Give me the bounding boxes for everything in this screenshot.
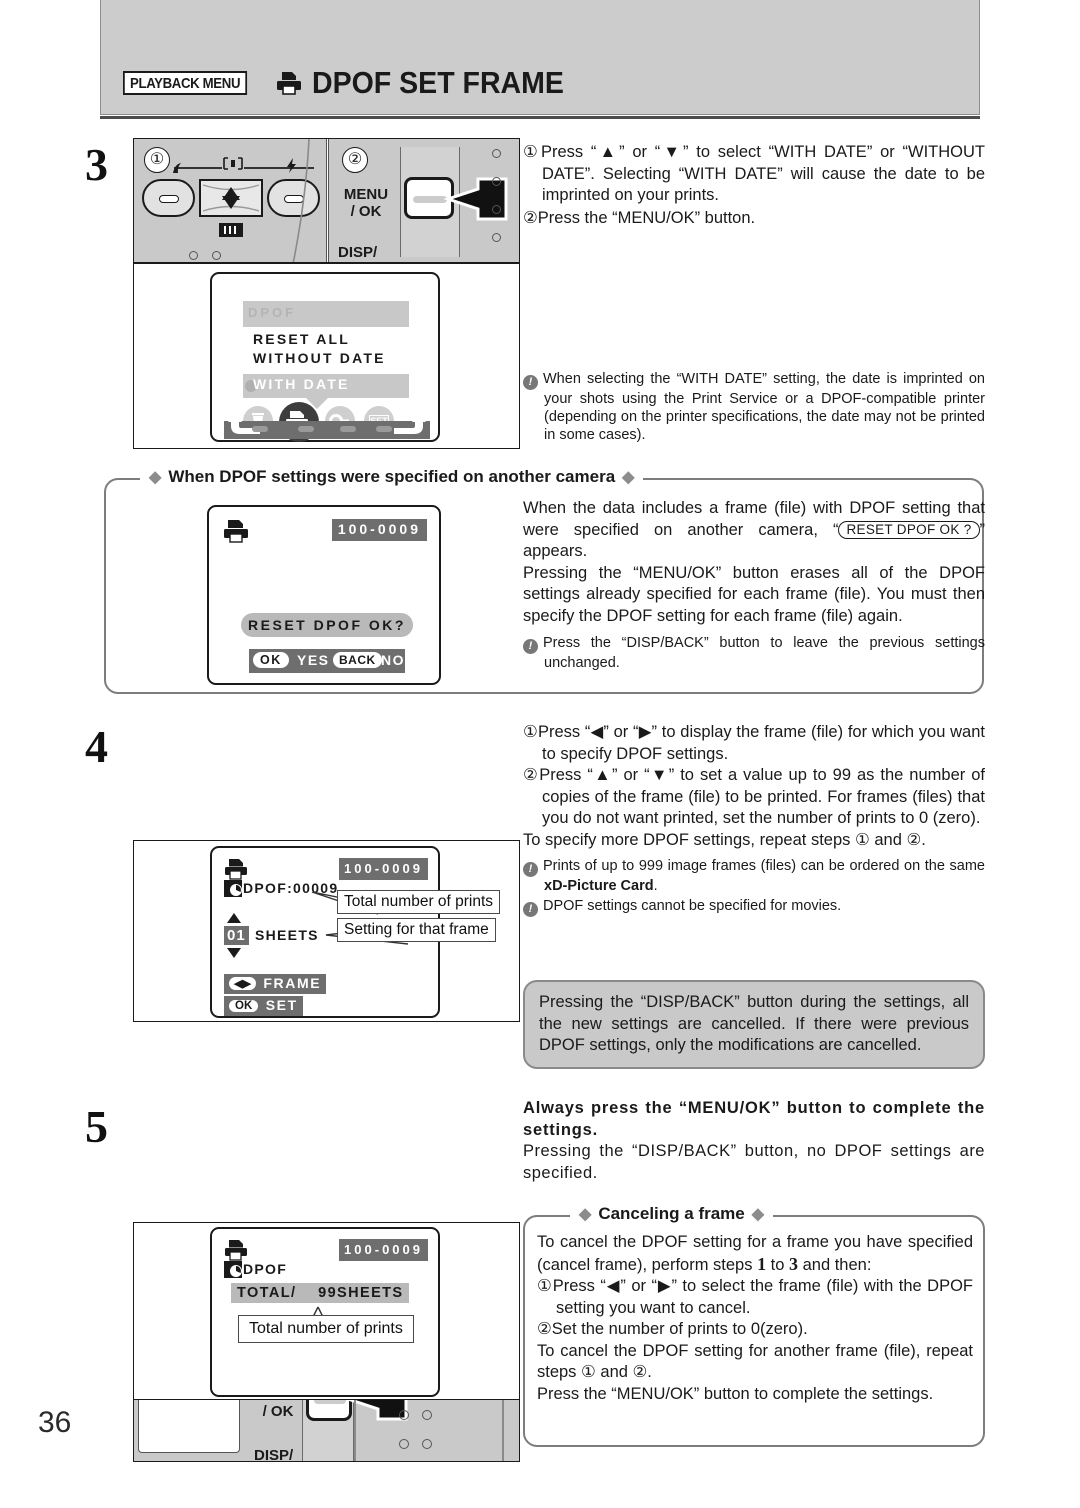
canceling-item-1: ①Press “◀” or “▶” to select the frame (f… xyxy=(537,1277,973,1317)
lcd-frame-number-4: 100-0009 xyxy=(344,1242,423,1257)
canceling-line-3: Press the “MENU/OK” button to complete t… xyxy=(537,1384,934,1403)
another-camera-lcd-screen: 100-0009 RESET DPOF OK? OK YES BACK NO xyxy=(207,505,441,685)
canceling-frame-title: ◆ Canceling a frame ◆ xyxy=(570,1204,774,1224)
another-camera-para-2: Pressing the “MENU/OK” button erases all… xyxy=(523,563,985,625)
step-3-number: 3 xyxy=(85,139,108,190)
disp-back-label-step5: DISP/ xyxy=(254,1447,294,1462)
canceling-line-1: To cancel the DPOF setting for a frame y… xyxy=(537,1233,973,1274)
diamond-icon-right-2: ◆ xyxy=(751,1206,765,1223)
lcd-printer-icon-4 xyxy=(225,1240,247,1261)
lcd-reset-message: RESET DPOF OK? xyxy=(248,617,406,633)
page-title: DPOF SET FRAME xyxy=(312,65,565,100)
step-3-note: ! When selecting the “WITH DATE” setting,… xyxy=(523,370,985,444)
callout-frame-setting-step4: Setting for that frame xyxy=(337,918,496,942)
lcd-frame-btn-label: FRAME xyxy=(263,975,322,991)
lcd-sheets-label: SHEETS xyxy=(255,927,319,943)
lcd-dpof-title: DPOF xyxy=(248,305,297,320)
step-5-number: 5 xyxy=(85,1101,108,1152)
lcd-dpof-label-5: DPOF xyxy=(243,1261,288,1277)
exclaim-icon: ! xyxy=(523,375,538,390)
another-camera-para-1: When the data includes a frame (file) wi… xyxy=(523,499,985,560)
printer-icon xyxy=(276,71,302,95)
menu-ok-label-step3: MENU / OK xyxy=(343,186,389,220)
reset-dpof-pill: RESET DPOF OK ? xyxy=(838,520,980,539)
another-camera-title: ◆ When DPOF settings were specified on a… xyxy=(140,467,644,487)
lcd-sheets-value[interactable]: 01 xyxy=(224,926,249,945)
callout-total-prints-step5: Total number of prints xyxy=(238,1315,414,1343)
step-5-lcd-screen: 100-0009 DPOF TOTAL/ 99SHEETS xyxy=(210,1227,440,1397)
step-5-bold-heading: Always press the “MENU/OK” button to com… xyxy=(523,1099,985,1139)
lcd-frame-number-2: 100-0009 xyxy=(337,521,421,537)
lcd-option-without-date[interactable]: WITHOUT DATE xyxy=(253,350,386,366)
exclaim-icon: ! xyxy=(523,639,538,654)
lcd-ok-btn-2[interactable]: OK xyxy=(253,652,289,668)
lcd-ok-btn-3[interactable]: OK xyxy=(229,1000,259,1012)
exclaim-icon: ! xyxy=(523,902,538,917)
lcd-printer-icon-2 xyxy=(224,520,248,543)
step-4-note-2: ! DPOF settings cannot be specified for m… xyxy=(523,897,985,917)
lcd-dpof-badge-icon-2 xyxy=(224,1261,242,1278)
step-4-instruction-2: ②Press “▲” or “▼” to set a value up to 9… xyxy=(523,766,985,827)
step-3-instruction-1: ①Press “▲” or “▼” to select “WITH DATE” … xyxy=(523,143,985,204)
page-header-band: PLAYBACK MENU DPOF SET FRAME xyxy=(100,0,980,115)
step-3-instruction-2: ②Press the “MENU/OK” button. xyxy=(523,208,756,227)
lcd-leftright-icon: ◀▶ xyxy=(229,977,256,990)
step-4-instruction-1: ①Press “◀” or “▶” to display the frame (… xyxy=(523,723,985,763)
playback-menu-badge: PLAYBACK MENU xyxy=(123,71,248,95)
exclaim-icon: ! xyxy=(523,862,538,877)
diamond-icon-left-2: ◆ xyxy=(579,1206,592,1223)
step-5-lcd-frame: 100-0009 DPOF TOTAL/ 99SHEETS xyxy=(133,1222,520,1400)
step-4-gray-callout: Pressing the “DISP/BACK” button during t… xyxy=(523,980,985,1069)
step-3-camera-diagram: ① ② MENU / OK DISP/ xyxy=(133,138,520,263)
lcd-back-btn-2[interactable]: BACK xyxy=(333,652,382,668)
header-row: PLAYBACK MENU DPOF SET FRAME xyxy=(123,65,586,101)
callout-total-prints-step4: Total number of prints xyxy=(337,890,501,914)
step-4-number: 4 xyxy=(85,721,108,772)
diamond-icon-right: ◆ xyxy=(622,469,635,486)
lcd-set-btn-label: SET xyxy=(265,997,298,1013)
step-3-lcd-frame: DPOF RESET ALL WITHOUT DATE WITH DATE SE… xyxy=(133,263,520,449)
lcd-printer-icon-3 xyxy=(225,859,247,880)
canceling-item-2: ②Set the number of prints to 0(zero). xyxy=(537,1320,808,1338)
lcd-dpof-badge-icon xyxy=(224,880,242,897)
lcd-frame-number-3: 100-0009 xyxy=(344,861,423,876)
step-3-lcd-screen: DPOF RESET ALL WITHOUT DATE WITH DATE SE… xyxy=(210,272,440,442)
another-camera-note: ! Press the “DISP/BACK” button to leave t… xyxy=(523,634,985,672)
canceling-line-2: To cancel the DPOF setting for another f… xyxy=(537,1341,973,1382)
diamond-icon-left: ◆ xyxy=(149,469,162,486)
step-4-instruction-3: To specify more DPOF settings, repeat st… xyxy=(523,830,926,849)
step-4-note-1: ! Prints of up to 999 image frames (files… xyxy=(523,857,985,895)
lcd-next-arrow-icon xyxy=(394,414,426,434)
step-5-sub-text: Pressing the “DISP/BACK” button, no DPOF… xyxy=(523,1142,985,1182)
disp-back-label-step3: DISP/ xyxy=(338,244,378,261)
lcd-option-reset-all[interactable]: RESET ALL xyxy=(253,331,350,347)
lcd-total-sheets: TOTAL/ 99SHEETS xyxy=(237,1285,404,1301)
header-underline xyxy=(100,116,980,119)
lcd-yes-label: YES xyxy=(297,652,330,668)
page-number: 36 xyxy=(38,1406,72,1439)
lcd-option-with-date[interactable]: WITH DATE xyxy=(253,376,350,392)
lcd-no-label: NO xyxy=(381,652,405,668)
